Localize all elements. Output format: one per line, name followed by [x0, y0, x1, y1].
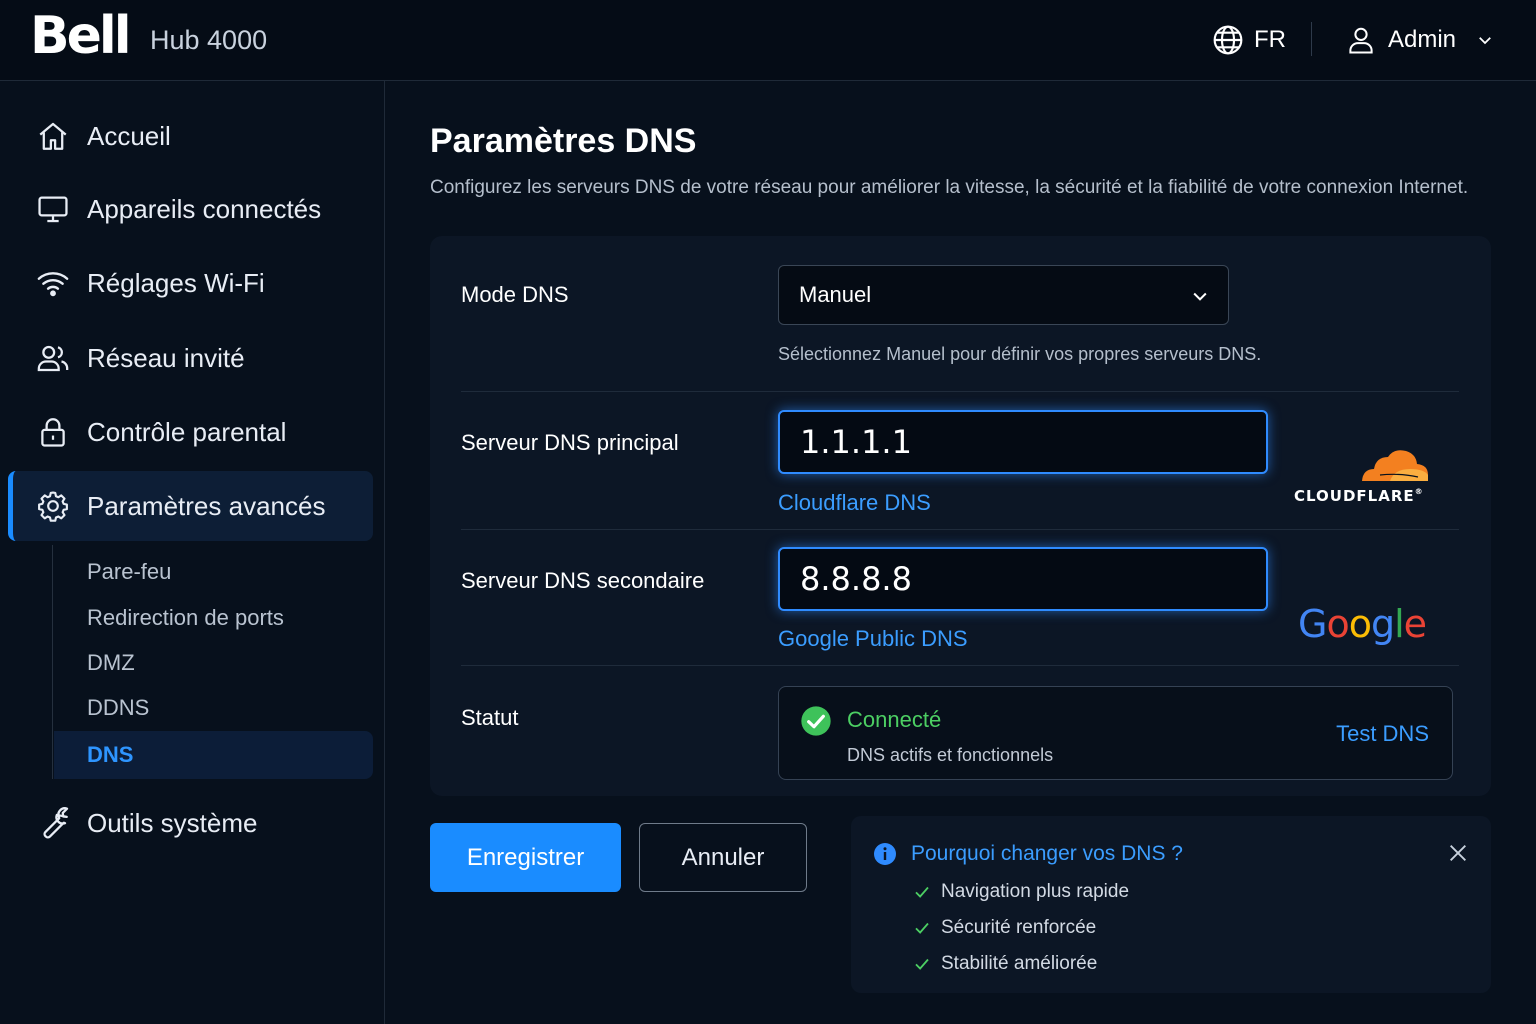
user-menu[interactable]: Admin	[1346, 22, 1494, 58]
users-icon	[37, 345, 69, 372]
close-icon[interactable]	[1447, 842, 1469, 864]
check-circle-icon	[801, 706, 831, 736]
language-label: FR	[1254, 26, 1286, 53]
info-list-item: Stabilité améliorée	[913, 951, 1097, 977]
info-icon	[874, 843, 896, 865]
secondary-dns-label: Serveur DNS secondaire	[461, 568, 705, 593]
info-item-text: Sécurité renforcée	[941, 917, 1097, 938]
check-icon	[915, 958, 929, 970]
page-title: Paramètres DNS	[430, 122, 697, 160]
language-switcher[interactable]: FR	[1212, 22, 1286, 58]
sidebar-item-outils-systeme[interactable]: Outils système	[8, 788, 373, 858]
cloudflare-logo: CLOUDFLARE®	[1294, 447, 1434, 505]
sidebar-item-label: Paramètres avancés	[87, 490, 326, 521]
save-button[interactable]: Enregistrer	[430, 823, 621, 892]
page-description: Configurez les serveurs DNS de votre rés…	[430, 177, 1469, 198]
sidebar-item-label: Réglages Wi-Fi	[87, 267, 265, 298]
info-panel: Pourquoi changer vos DNS ? Navigation pl…	[851, 816, 1491, 993]
dns-mode-select[interactable]: Manuel	[778, 265, 1229, 325]
google-logo: Google	[1298, 602, 1427, 646]
primary-dns-provider[interactable]: Cloudflare DNS	[778, 490, 931, 516]
google-logo-letter: e	[1403, 602, 1427, 646]
status-panel: Connecté DNS actifs et fonctionnels Test…	[778, 686, 1453, 780]
sidebar-item-label: Appareils connectés	[87, 193, 322, 224]
gear-icon	[38, 491, 68, 522]
chevron-down-icon	[1479, 37, 1491, 45]
lock-icon	[41, 418, 65, 447]
secondary-dns-input[interactable]	[778, 547, 1268, 611]
sidebar-subitem-pare-feu[interactable]: Pare-feu	[54, 548, 373, 596]
dns-mode-value: Manuel	[799, 282, 872, 307]
google-logo-letter: o	[1348, 602, 1372, 646]
google-logo-letter: G	[1298, 602, 1327, 646]
sidebar-item-appareils[interactable]: Appareils connectés	[8, 174, 373, 244]
sidebar-item-wifi[interactable]: Réglages Wi-Fi	[8, 248, 373, 318]
sidebar-item-label: Accueil	[87, 120, 171, 151]
check-icon	[915, 922, 929, 934]
header-divider	[1311, 22, 1312, 56]
cancel-button[interactable]: Annuler	[639, 823, 807, 892]
bell-logo[interactable]: Bell	[30, 6, 132, 66]
sidebar-item-label: Contrôle parental	[87, 416, 287, 447]
row-divider	[461, 529, 1459, 530]
google-logo-letter: g	[1370, 602, 1395, 646]
sidebar-item-label: Réseau invité	[87, 342, 245, 373]
globe-icon	[1213, 25, 1243, 55]
info-item-text: Stabilité améliorée	[941, 953, 1098, 974]
secondary-dns-provider[interactable]: Google Public DNS	[778, 626, 968, 652]
sidebar: Accueil Appareils connectés Réglages Wi-…	[0, 81, 385, 1024]
product-name: Hub 4000	[150, 25, 268, 55]
chevron-down-icon	[1193, 292, 1207, 301]
status-subtitle: DNS actifs et fonctionnels	[847, 745, 1054, 765]
registered-mark: ®	[1414, 487, 1424, 496]
cloudflare-cloud-icon	[1362, 450, 1428, 481]
sidebar-item-controle-parental[interactable]: Contrôle parental	[8, 397, 373, 467]
dns-mode-hint: Sélectionnez Manuel pour définir vos pro…	[778, 344, 1262, 364]
user-icon	[1349, 27, 1373, 54]
info-list-item: Sécurité renforcée	[913, 915, 1096, 941]
sidebar-item-label: Outils système	[87, 807, 258, 838]
status-title: Connecté	[847, 707, 942, 732]
info-list-item: Navigation plus rapide	[913, 879, 1129, 905]
cloudflare-wordmark-text: CLOUDFLARE	[1294, 487, 1415, 505]
cloudflare-wordmark: CLOUDFLARE®	[1294, 487, 1434, 505]
submenu-guide-line	[52, 545, 53, 779]
home-icon	[39, 122, 67, 150]
check-icon	[915, 886, 929, 898]
wifi-icon	[37, 272, 69, 297]
sidebar-subitem-dmz[interactable]: DMZ	[54, 639, 373, 687]
test-dns-link[interactable]: Test DNS	[1336, 721, 1429, 747]
primary-dns-label: Serveur DNS principal	[461, 430, 679, 455]
info-title: Pourquoi changer vos DNS ?	[911, 842, 1183, 865]
sidebar-subitem-redirection-ports[interactable]: Redirection de ports	[54, 594, 373, 642]
monitor-icon	[38, 196, 68, 223]
top-bar: Bell Hub 4000 FR Admin	[0, 0, 1536, 81]
google-logo-letter: l	[1394, 602, 1405, 646]
row-divider	[461, 391, 1459, 392]
user-name: Admin	[1388, 26, 1457, 53]
row-divider	[461, 665, 1459, 666]
dns-mode-label: Mode DNS	[461, 282, 569, 307]
sidebar-item-reseau-invite[interactable]: Réseau invité	[8, 323, 373, 393]
info-item-text: Navigation plus rapide	[941, 881, 1130, 902]
wrench-icon	[43, 807, 69, 839]
sidebar-item-accueil[interactable]: Accueil	[8, 101, 373, 171]
sidebar-subitem-dns[interactable]: DNS	[54, 731, 373, 779]
sidebar-item-parametres-avances[interactable]: Paramètres avancés	[8, 471, 373, 541]
status-label: Statut	[461, 705, 519, 730]
google-logo-letter: o	[1326, 602, 1349, 646]
sidebar-subitem-ddns[interactable]: DDNS	[54, 684, 373, 732]
primary-dns-input[interactable]	[778, 410, 1268, 474]
